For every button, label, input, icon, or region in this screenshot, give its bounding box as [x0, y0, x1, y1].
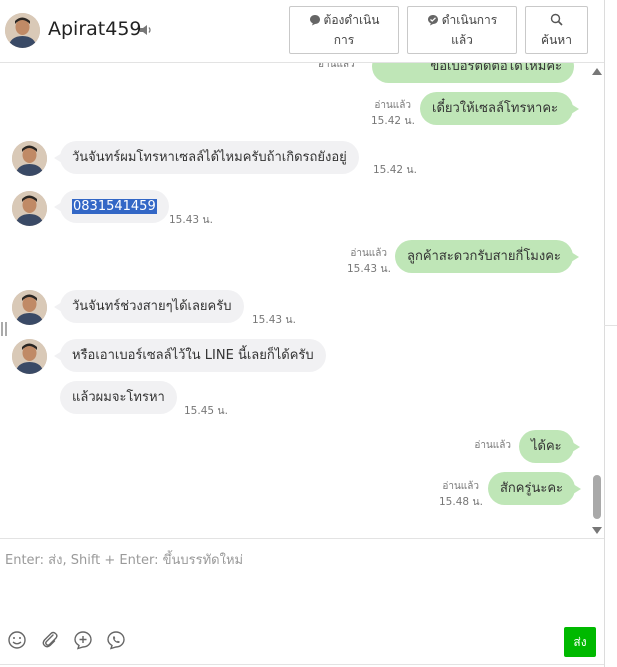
bottom-border: [0, 664, 604, 665]
emoji-icon[interactable]: [7, 630, 27, 650]
chat-pending-icon: [309, 15, 320, 26]
pending-button-line2: การ: [333, 33, 355, 47]
read-status: อ่านแล้ว: [474, 440, 511, 451]
contact-avatar[interactable]: [5, 13, 40, 48]
message-list[interactable]: อ่านแล้ว ขอเบอร์ติดต่อได้ไหมคะ อ่านแล้ว …: [0, 63, 604, 537]
message-text: วันจันทร์ผมโทรหาเซลล์ได้ไหมครับถ้าเกิดรถ…: [72, 150, 347, 165]
call-icon[interactable]: [106, 630, 126, 650]
read-status: อ่านแล้ว: [442, 481, 479, 492]
message-text: ขอเบอร์ติดต่อได้ไหมคะ: [430, 63, 562, 74]
message-text: เดี๋ยวให้เซลล์โทรหาคะ: [432, 101, 559, 116]
message-text: 0831541459: [72, 199, 157, 214]
send-button[interactable]: ส่ง: [564, 627, 596, 657]
message-text: ได้คะ: [531, 439, 562, 454]
message-text: แล้วผมจะโทรหา: [72, 390, 165, 405]
scroll-up-arrow-icon[interactable]: [592, 68, 602, 75]
sender-avatar[interactable]: [12, 290, 47, 325]
message-time: 15.42 น.: [373, 164, 417, 176]
scroll-down-arrow-icon[interactable]: [592, 527, 602, 534]
sender-avatar[interactable]: [12, 339, 47, 374]
done-button-line2: แล้ว: [451, 33, 473, 47]
outgoing-message[interactable]: สักครู่นะคะ: [488, 472, 582, 505]
sender-avatar[interactable]: [12, 141, 47, 176]
panel-divider-horizontal: [604, 325, 617, 326]
message-time: 15.43 น.: [169, 214, 213, 226]
search-button[interactable]: ค้นหา: [525, 6, 588, 54]
composer: ส่ง: [0, 538, 604, 667]
done-button-line1: ดำเนินการ: [441, 13, 498, 27]
contact-name: Apirat459: [48, 18, 142, 40]
message-time: 15.45 น.: [184, 405, 228, 417]
search-button-label: ค้นหา: [541, 33, 572, 47]
search-icon: [550, 13, 563, 26]
incoming-message[interactable]: วันจันทร์ผมโทรหาเซลล์ได้ไหมครับถ้าเกิดรถ…: [54, 141, 359, 174]
message-time: 15.43 น.: [347, 263, 391, 275]
pending-button-line1: ต้องดำเนิน: [323, 13, 380, 27]
pending-button[interactable]: ต้องดำเนิน การ: [289, 6, 399, 54]
message-text: หรือเอาเบอร์เซลล์ไว้ใน LINE นี้เลยก็ได้ค…: [72, 348, 314, 363]
chat-header: Apirat459 ต้องดำเนิน การ ดำเนินการ แล้ว …: [0, 0, 604, 63]
outgoing-message[interactable]: ลูกค้าสะดวกรับสายกี่โมงคะ: [395, 240, 579, 273]
message-time: 15.43 น.: [252, 314, 296, 326]
chat-done-icon: [427, 15, 438, 26]
read-status: อ่านแล้ว: [350, 248, 387, 259]
panel-divider: [604, 0, 605, 667]
read-status: อ่านแล้ว: [374, 100, 411, 111]
message-input[interactable]: [0, 541, 600, 611]
incoming-message[interactable]: 0831541459: [54, 190, 169, 223]
message-text: ลูกค้าสะดวกรับสายกี่โมงคะ: [407, 249, 561, 264]
outgoing-message[interactable]: ขอเบอร์ติดต่อได้ไหมคะ: [372, 63, 574, 83]
scrollbar-thumb[interactable]: [593, 475, 601, 519]
speaker-icon[interactable]: [138, 22, 154, 38]
scrollbar[interactable]: [591, 66, 602, 536]
outgoing-message[interactable]: เดี๋ยวให้เซลล์โทรหาคะ: [420, 92, 579, 125]
attach-icon[interactable]: [40, 630, 60, 650]
message-text: สักครู่นะคะ: [500, 481, 564, 496]
incoming-message[interactable]: แล้วผมจะโทรหา: [60, 381, 177, 414]
resize-handle[interactable]: [1, 322, 7, 336]
read-status: อ่านแล้ว: [318, 63, 355, 70]
message-time: 15.48 น.: [439, 496, 483, 508]
incoming-message[interactable]: หรือเอาเบอร์เซลล์ไว้ใน LINE นี้เลยก็ได้ค…: [54, 339, 326, 372]
outgoing-message[interactable]: ได้คะ: [519, 430, 580, 463]
sender-avatar[interactable]: [12, 191, 47, 226]
message-text: วันจันทร์ช่วงสายๆได้เลยครับ: [72, 299, 232, 314]
incoming-message[interactable]: วันจันทร์ช่วงสายๆได้เลยครับ: [54, 290, 244, 323]
message-time: 15.42 น.: [371, 115, 415, 127]
done-button[interactable]: ดำเนินการ แล้ว: [407, 6, 517, 54]
add-icon[interactable]: [73, 630, 93, 650]
